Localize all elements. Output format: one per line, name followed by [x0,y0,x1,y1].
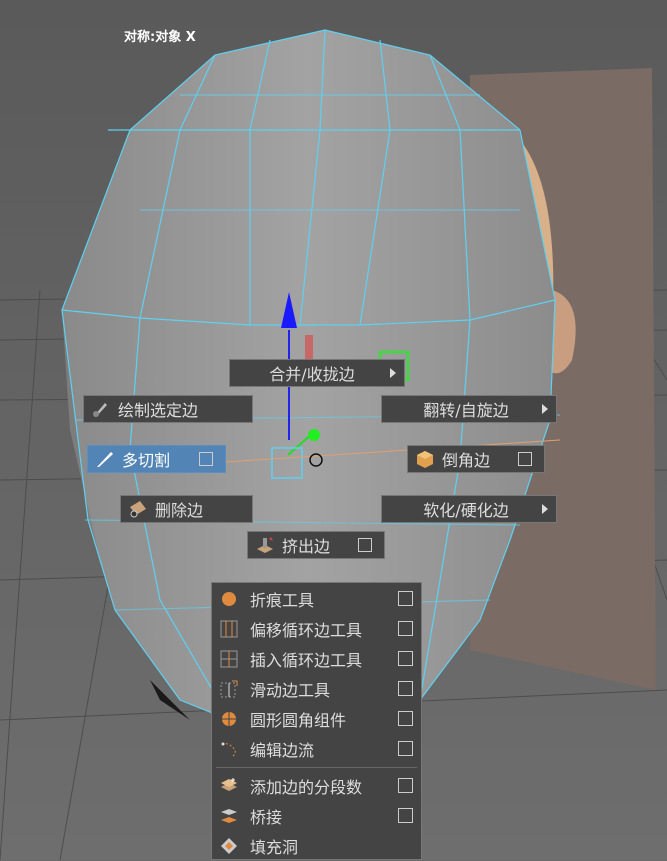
slide-edge-icon [218,678,240,700]
slide-edge-label: 滑动边工具 [250,681,331,700]
extrude-edge-label: 挤出边 [282,537,331,556]
edge-tools-submenu: 折痕工具 偏移循环边工具 插入循环边工具 滑动边工具 圆形圆角组件 编辑边流 添… [211,582,422,860]
bevel-options-box[interactable] [518,452,532,466]
submenu-arrow-icon [390,368,396,378]
offset-loop-icon [218,618,240,640]
circularize-components-label: 圆形圆角组件 [250,711,347,730]
insert-loop-icon [218,648,240,670]
soften-harden-edge-label: 软化/硬化边 [423,501,509,520]
circularize-icon [218,708,240,730]
add-divisions-options-box[interactable] [398,778,413,793]
multi-cut-options-box[interactable] [199,452,213,466]
crease-tool-item[interactable]: 折痕工具 [212,584,421,614]
crease-tool-label: 折痕工具 [250,591,315,610]
paint-select-edges-item[interactable]: 绘制选定边 [83,395,253,423]
bridge-label: 桥接 [250,808,283,827]
merge-collapse-edges-label: 合并/收拢边 [269,365,355,384]
bridge-item[interactable]: 桥接 [212,801,421,831]
paint-brush-icon [90,398,112,420]
submenu-arrow-icon [542,504,548,514]
paint-select-edges-label: 绘制选定边 [118,401,199,420]
flip-spin-edges-item[interactable]: 翻转/自旋边 [381,395,557,423]
extrude-options-box[interactable] [358,538,372,552]
fill-hole-icon [218,835,240,857]
fill-hole-item[interactable]: 填充洞 [212,831,421,861]
circularize-options-box[interactable] [398,711,413,726]
insert-edge-loop-options-box[interactable] [398,651,413,666]
edit-edge-flow-options-box[interactable] [398,741,413,756]
delete-edge-item[interactable]: 删除边 [120,495,253,523]
fill-hole-label: 填充洞 [250,838,299,857]
bridge-icon [218,805,240,827]
offset-edge-loop-options-box[interactable] [398,621,413,636]
add-divisions-icon [218,775,240,797]
slide-edge-options-box[interactable] [398,681,413,696]
offset-edge-loop-label: 偏移循环边工具 [250,621,363,640]
bevel-cube-icon [414,448,436,470]
slide-edge-item[interactable]: 滑动边工具 [212,674,421,704]
merge-collapse-edges-item[interactable]: 合并/收拢边 [229,359,405,387]
circularize-components-item[interactable]: 圆形圆角组件 [212,704,421,734]
bridge-options-box[interactable] [398,808,413,823]
soften-harden-edge-item[interactable]: 软化/硬化边 [381,495,557,523]
edit-edge-flow-item[interactable]: 编辑边流 [212,734,421,764]
bevel-edge-label: 倒角边 [442,451,491,470]
add-divisions-label: 添加边的分段数 [250,778,363,797]
insert-edge-loop-item[interactable]: 插入循环边工具 [212,644,421,674]
knife-icon [94,448,116,470]
crease-icon [218,588,240,610]
edit-edge-flow-label: 编辑边流 [250,741,315,760]
offset-edge-loop-item[interactable]: 偏移循环边工具 [212,614,421,644]
delete-edge-label: 删除边 [155,501,204,520]
object-label: 对称:对象 X [124,30,196,45]
delete-edge-icon [127,498,149,520]
bevel-edge-item[interactable]: 倒角边 [407,445,545,473]
menu-separator [216,767,417,768]
edge-flow-icon [218,738,240,760]
multi-cut-item[interactable]: 多切割 [87,445,226,473]
extrude-icon [254,534,276,556]
extrude-edge-item[interactable]: 挤出边 [247,531,385,559]
insert-edge-loop-label: 插入循环边工具 [250,651,363,670]
add-divisions-item[interactable]: 添加边的分段数 [212,771,421,801]
flip-spin-edges-label: 翻转/自旋边 [423,401,509,420]
multi-cut-label: 多切割 [122,451,171,470]
submenu-arrow-icon [542,404,548,414]
crease-tool-options-box[interactable] [398,591,413,606]
